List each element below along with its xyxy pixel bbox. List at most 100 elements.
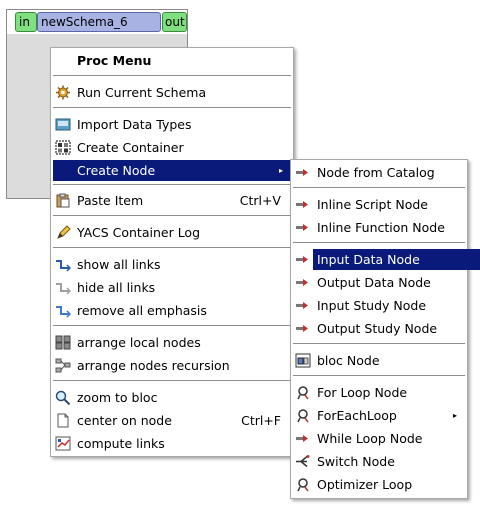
menu-item-label: Input Data Node: [317, 252, 420, 267]
node-arrow-icon: [295, 220, 311, 235]
pen-icon: [55, 225, 71, 240]
separator: [293, 375, 465, 376]
menu-item-label: hide all links: [77, 280, 156, 295]
node-arrow-icon: [295, 431, 311, 446]
separator: [53, 215, 291, 216]
compute-links-icon: [55, 436, 71, 451]
loop-icon: [295, 477, 311, 492]
hide-links-icon: [55, 280, 71, 295]
menu-item-label: Inline Script Node: [317, 197, 428, 212]
menu-item-label: For Loop Node: [317, 385, 408, 400]
menu-item-optimizer-loop[interactable]: Optimizer Loop: [293, 474, 465, 495]
menu-item-paste-item[interactable]: Paste Item Ctrl+V: [53, 190, 291, 211]
menu-item-label: Create Container: [77, 140, 184, 155]
menu-item-arrange-nodes-recursion[interactable]: arrange nodes recursion: [53, 355, 291, 376]
paste-icon: [55, 193, 71, 208]
in-port[interactable]: in: [15, 12, 37, 32]
node-arrow-icon: [295, 321, 311, 336]
create-node-submenu: Node from Catalog Inline Script Node Inl…: [290, 159, 480, 499]
menu-item-label: Node from Catalog: [317, 165, 435, 180]
menu-item-label: Paste Item: [77, 193, 144, 208]
menu-item-label: Input Study Node: [317, 298, 427, 313]
node-arrow-icon: [295, 197, 311, 212]
separator: [293, 343, 465, 344]
node-arrow-icon: [295, 275, 311, 290]
menu-item-label: While Loop Node: [317, 431, 423, 446]
menu-item-label: Switch Node: [317, 454, 395, 469]
menu-item-input-study-node[interactable]: Input Study Node: [293, 295, 465, 316]
loop-icon: [295, 408, 311, 423]
menu-item-import-data-types[interactable]: Import Data Types: [53, 114, 291, 135]
node-arrow-icon: [295, 298, 311, 313]
menu-item-label: arrange nodes recursion: [77, 358, 230, 373]
separator: [53, 75, 291, 76]
menu-item-label: Output Study Node: [317, 321, 438, 336]
container-icon: [55, 140, 71, 155]
menu-item-switch-node[interactable]: Switch Node: [293, 451, 465, 472]
schema-title[interactable]: newSchema_6: [37, 12, 161, 32]
shortcut-label: Ctrl+F: [241, 413, 281, 428]
shortcut-label: Ctrl+V: [239, 193, 281, 208]
menu-item-label: YACS Container Log: [77, 225, 201, 240]
menu-item-label: Optimizer Loop: [317, 477, 413, 492]
menu-item-create-node[interactable]: Create Node ▸: [53, 160, 291, 181]
menu-item-node-from-catalog[interactable]: Node from Catalog: [293, 162, 465, 183]
menu-item-inline-function-node[interactable]: Inline Function Node: [293, 217, 465, 238]
menu-item-label: Inline Function Node: [317, 220, 445, 235]
menu-item-label: ForEachLoop: [317, 408, 397, 423]
magnifier-icon: [55, 390, 71, 405]
menu-item-label: show all links: [77, 257, 161, 272]
menu-item-foreachloop[interactable]: ForEachLoop ▸: [293, 405, 465, 426]
separator: [293, 242, 465, 243]
menu-item-inline-script-node[interactable]: Inline Script Node: [293, 194, 465, 215]
menu-item-label: remove all emphasis: [77, 303, 207, 318]
menu-item-while-loop-node[interactable]: While Loop Node: [293, 428, 465, 449]
separator: [53, 380, 291, 381]
proc-menu-title-label: Proc Menu: [77, 53, 152, 68]
menu-item-input-data-node-highlight[interactable]: Input Data Node: [313, 249, 480, 270]
menu-item-label: Output Data Node: [317, 275, 431, 290]
arrange-recursive-icon: [55, 358, 71, 373]
proc-menu-title: Proc Menu: [53, 50, 291, 71]
menu-item-hide-all-links[interactable]: hide all links: [53, 277, 291, 298]
bloc-icon: [295, 353, 311, 368]
arrange-local-icon: [55, 335, 71, 350]
menu-item-compute-links[interactable]: compute links: [53, 433, 291, 454]
import-icon: [55, 117, 71, 132]
menu-item-remove-all-emphasis[interactable]: remove all emphasis: [53, 300, 291, 321]
menu-item-output-data-node[interactable]: Output Data Node: [293, 272, 465, 293]
menu-item-create-container[interactable]: Create Container: [53, 137, 291, 158]
menu-item-output-study-node[interactable]: Output Study Node: [293, 318, 465, 339]
page-icon: [55, 413, 71, 428]
out-port[interactable]: out: [162, 12, 187, 32]
menu-item-bloc-node[interactable]: bloc Node: [293, 350, 465, 371]
submenu-arrow-icon: ▸: [278, 166, 283, 175]
show-links-icon: [55, 257, 71, 272]
menu-item-show-all-links[interactable]: show all links: [53, 254, 291, 275]
menu-item-label: zoom to bloc: [77, 390, 158, 405]
menu-item-label: arrange local nodes: [77, 335, 201, 350]
menu-item-for-loop-node[interactable]: For Loop Node: [293, 382, 465, 403]
separator: [293, 187, 465, 188]
menu-item-label: center on node: [77, 413, 172, 428]
menu-item-label: compute links: [77, 436, 165, 451]
emphasis-icon: [55, 303, 71, 318]
separator: [53, 247, 291, 248]
proc-menu: Proc Menu Run Current Schema Import Data…: [50, 47, 294, 457]
switch-icon: [295, 454, 311, 469]
menu-item-run-current-schema[interactable]: Run Current Schema: [53, 82, 291, 103]
separator: [53, 107, 291, 108]
menu-item-zoom-to-bloc[interactable]: zoom to bloc: [53, 387, 291, 408]
menu-item-label: Create Node: [77, 163, 156, 178]
menu-item-label: bloc Node: [317, 353, 380, 368]
separator: [53, 184, 291, 185]
node-arrow-icon: [295, 252, 311, 267]
loop-icon: [295, 385, 311, 400]
menu-item-label: Run Current Schema: [77, 85, 207, 100]
menu-item-arrange-local-nodes[interactable]: arrange local nodes: [53, 332, 291, 353]
menu-item-yacs-container-log[interactable]: YACS Container Log: [53, 222, 291, 243]
schema-header: in newSchema_6 out: [7, 10, 187, 34]
submenu-arrow-icon: ▸: [452, 411, 457, 420]
menu-item-center-on-node[interactable]: center on node Ctrl+F: [53, 410, 291, 431]
node-arrow-icon: [295, 165, 311, 180]
